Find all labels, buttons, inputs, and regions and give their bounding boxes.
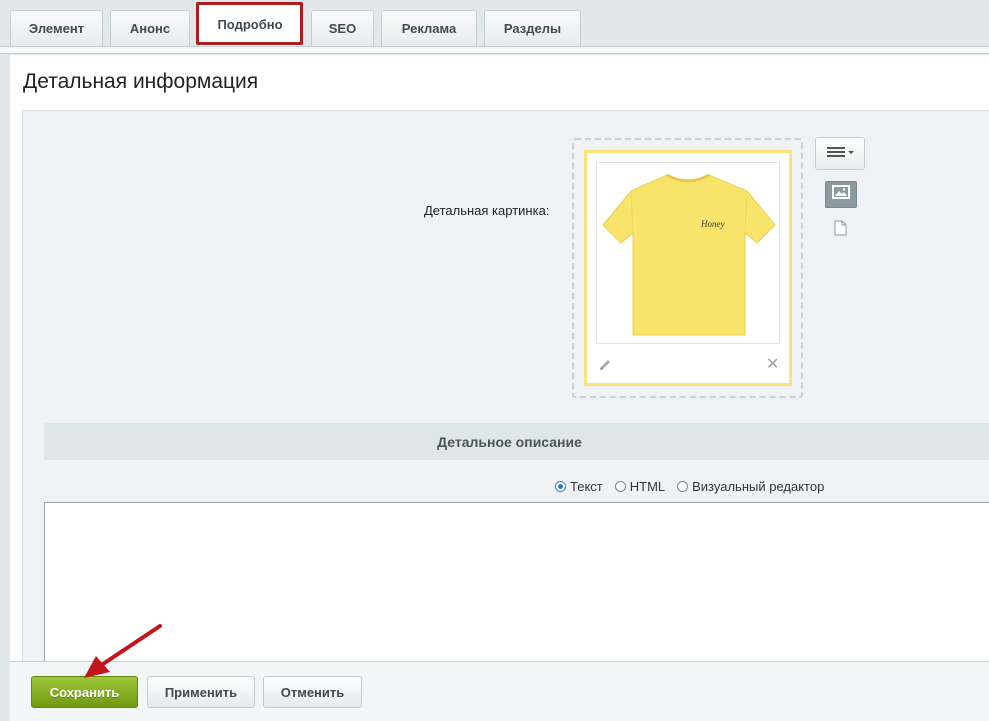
radio-label: HTML [629, 479, 666, 494]
tab-announce[interactable]: Анонс [110, 10, 190, 46]
hamburger-menu-icon [826, 145, 854, 163]
radio-unchecked-icon [677, 481, 689, 492]
description-header: Детальное описание [44, 423, 989, 460]
cancel-button[interactable]: Отменить [263, 676, 362, 708]
tab-label: Реклама [401, 21, 457, 36]
mode-text-radio[interactable]: Текст [555, 479, 603, 494]
tab-ads[interactable]: Реклама [381, 10, 477, 46]
tab-seo[interactable]: SEO [311, 10, 374, 46]
save-button[interactable]: Сохранить [31, 676, 138, 708]
tshirt-print-text: Honey [700, 219, 725, 229]
tab-element[interactable]: Элемент [10, 10, 103, 46]
radio-label: Визуальный редактор [692, 479, 825, 494]
radio-unchecked-icon [614, 481, 626, 492]
close-icon[interactable]: ✕ [766, 357, 779, 373]
mode-visual-editor-radio[interactable]: Визуальный редактор [677, 479, 824, 494]
tab-underline [0, 46, 989, 54]
tab-label: Подробно [217, 17, 283, 32]
tab-label: Разделы [503, 21, 562, 36]
image-icon [832, 185, 850, 204]
tab-bar: Элемент Анонс Подробно SEO Реклама Разде… [0, 0, 989, 48]
tab-sections[interactable]: Разделы [484, 10, 581, 46]
tab-label: Элемент [28, 21, 85, 36]
tab-label: Анонс [129, 21, 171, 36]
apply-button[interactable]: Применить [147, 676, 255, 708]
pencil-icon[interactable] [598, 358, 612, 377]
tab-details[interactable]: Подробно [198, 2, 302, 46]
mode-html-radio[interactable]: HTML [614, 479, 666, 494]
radio-label: Текст [570, 479, 603, 494]
detail-picture-label: Детальная картинка: [424, 203, 550, 218]
tshirt-image: Honey [596, 162, 780, 344]
tab-label: SEO [328, 21, 357, 36]
section-title: Детальная информация [23, 70, 259, 93]
image-view-button[interactable] [825, 181, 857, 208]
detail-description-textarea[interactable] [44, 502, 989, 662]
picture-menu-button[interactable] [815, 137, 865, 170]
file-icon[interactable] [834, 220, 847, 241]
description-mode-group: Текст HTML Визуальный редактор [555, 479, 836, 494]
description-header-label: Детальное описание [437, 433, 582, 450]
radio-checked-icon [555, 481, 566, 492]
